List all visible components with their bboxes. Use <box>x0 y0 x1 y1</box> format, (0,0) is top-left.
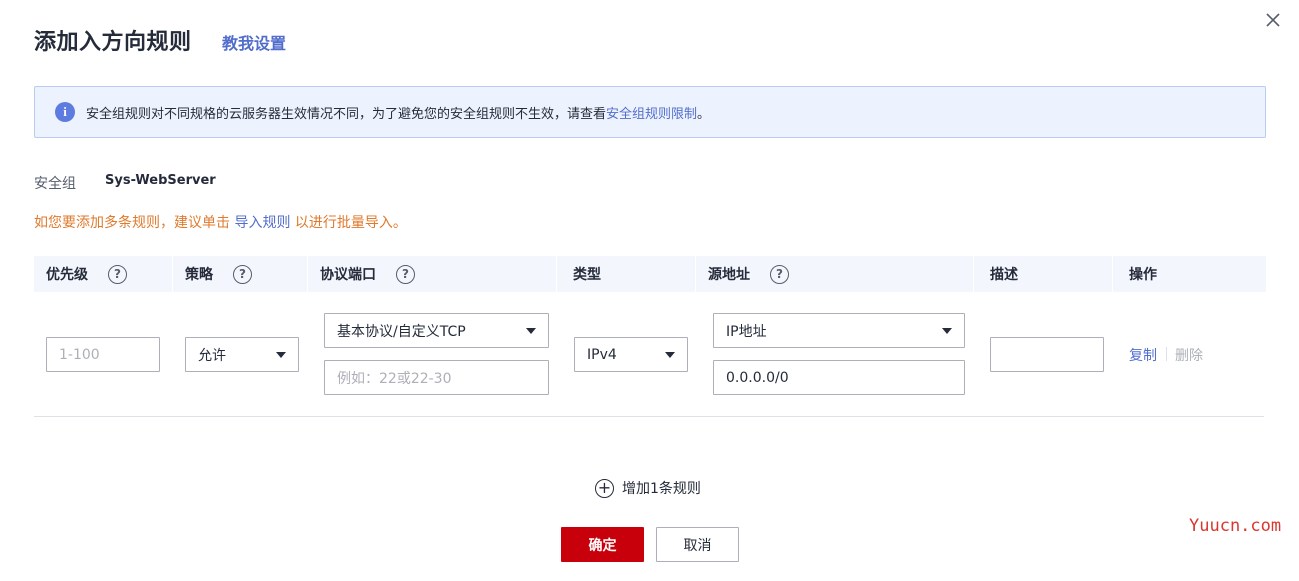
source-type-value: IP地址 <box>726 323 767 340</box>
column-description: 描述 <box>974 256 1113 292</box>
column-label: 类型 <box>573 267 601 283</box>
column-label: 协议端口 <box>320 267 376 283</box>
help-link[interactable]: 教我设置 <box>222 30 286 54</box>
column-source: 源地址 ? <box>696 256 974 292</box>
help-icon[interactable]: ? <box>770 264 789 284</box>
action-divider <box>1166 347 1167 361</box>
import-rules-link[interactable]: 导入规则 <box>234 215 290 231</box>
info-icon: i <box>55 102 75 122</box>
import-tip: 如您要添加多条规则，建议单击 导入规则 以进行批量导入。 <box>34 212 407 232</box>
info-link[interactable]: 安全组规则限制 <box>606 103 697 122</box>
type-select[interactable]: IPv4 <box>574 337 688 372</box>
dialog-title: 添加入方向规则 <box>34 30 192 55</box>
add-rule-label: 增加1条规则 <box>622 481 701 497</box>
description-input[interactable] <box>990 337 1104 372</box>
import-tip-prefix: 如您要添加多条规则，建议单击 <box>34 215 235 231</box>
protocol-select[interactable]: 基本协议/自定义TCP <box>324 313 549 348</box>
import-tip-suffix: 以进行批量导入。 <box>290 215 407 231</box>
column-label: 源地址 <box>708 267 750 283</box>
protocol-value: 基本协议/自定义TCP <box>337 323 466 340</box>
column-label: 优先级 <box>46 267 88 283</box>
help-icon[interactable]: ? <box>233 264 252 284</box>
column-priority: 优先级 ? <box>34 256 173 292</box>
help-icon[interactable]: ? <box>108 264 127 284</box>
port-placeholder: 例如：22或22-30 <box>337 370 452 387</box>
chevron-down-icon <box>526 328 536 334</box>
info-suffix: 。 <box>697 106 711 122</box>
priority-placeholder: 1-100 <box>59 346 100 363</box>
info-banner: i 安全组规则对不同规格的云服务器生效情况不同，为了避免您的安全组规则不生效，请… <box>34 86 1266 138</box>
help-icon[interactable]: ? <box>396 264 415 284</box>
source-address-value: 0.0.0.0/0 <box>726 369 789 386</box>
plus-circle-icon: + <box>595 478 614 498</box>
column-actions: 操作 <box>1113 256 1266 292</box>
confirm-button[interactable]: 确定 <box>561 527 644 562</box>
column-label: 策略 <box>185 267 213 283</box>
close-button[interactable] <box>1262 9 1284 31</box>
policy-select[interactable]: 允许 <box>185 337 299 372</box>
column-label: 操作 <box>1129 267 1157 283</box>
port-input[interactable]: 例如：22或22-30 <box>324 360 549 395</box>
source-address-input[interactable]: 0.0.0.0/0 <box>713 360 965 395</box>
info-text: 安全组规则对不同规格的云服务器生效情况不同，为了避免您的安全组规则不生效，请查看 <box>86 106 607 122</box>
copy-button[interactable]: 复制 <box>1129 345 1157 365</box>
table-header: 优先级 ? 策略 ? 协议端口 ? 类型 源地址 ? 描述 操作 <box>34 256 1266 292</box>
priority-input[interactable]: 1-100 <box>46 337 160 372</box>
row-divider <box>34 416 1264 417</box>
add-rule-button[interactable]: + 增加1条规则 <box>595 478 701 498</box>
source-type-select[interactable]: IP地址 <box>713 313 965 348</box>
close-icon <box>1266 13 1280 27</box>
column-type: 类型 <box>557 256 696 292</box>
policy-value: 允许 <box>198 347 226 364</box>
chevron-down-icon <box>665 352 675 358</box>
cancel-button[interactable]: 取消 <box>656 527 739 562</box>
security-group-label: 安全组 <box>34 176 76 192</box>
column-label: 描述 <box>990 267 1018 283</box>
watermark: Yuucn.com <box>1189 516 1282 536</box>
type-value: IPv4 <box>587 346 617 363</box>
delete-button: 删除 <box>1175 348 1203 364</box>
security-group-value: Sys-WebServer <box>105 173 216 188</box>
column-protocol-port: 协议端口 ? <box>308 256 557 292</box>
chevron-down-icon <box>942 328 952 334</box>
chevron-down-icon <box>276 352 286 358</box>
security-group-row: 安全组 Sys-WebServer <box>34 173 216 193</box>
column-policy: 策略 ? <box>173 256 308 292</box>
